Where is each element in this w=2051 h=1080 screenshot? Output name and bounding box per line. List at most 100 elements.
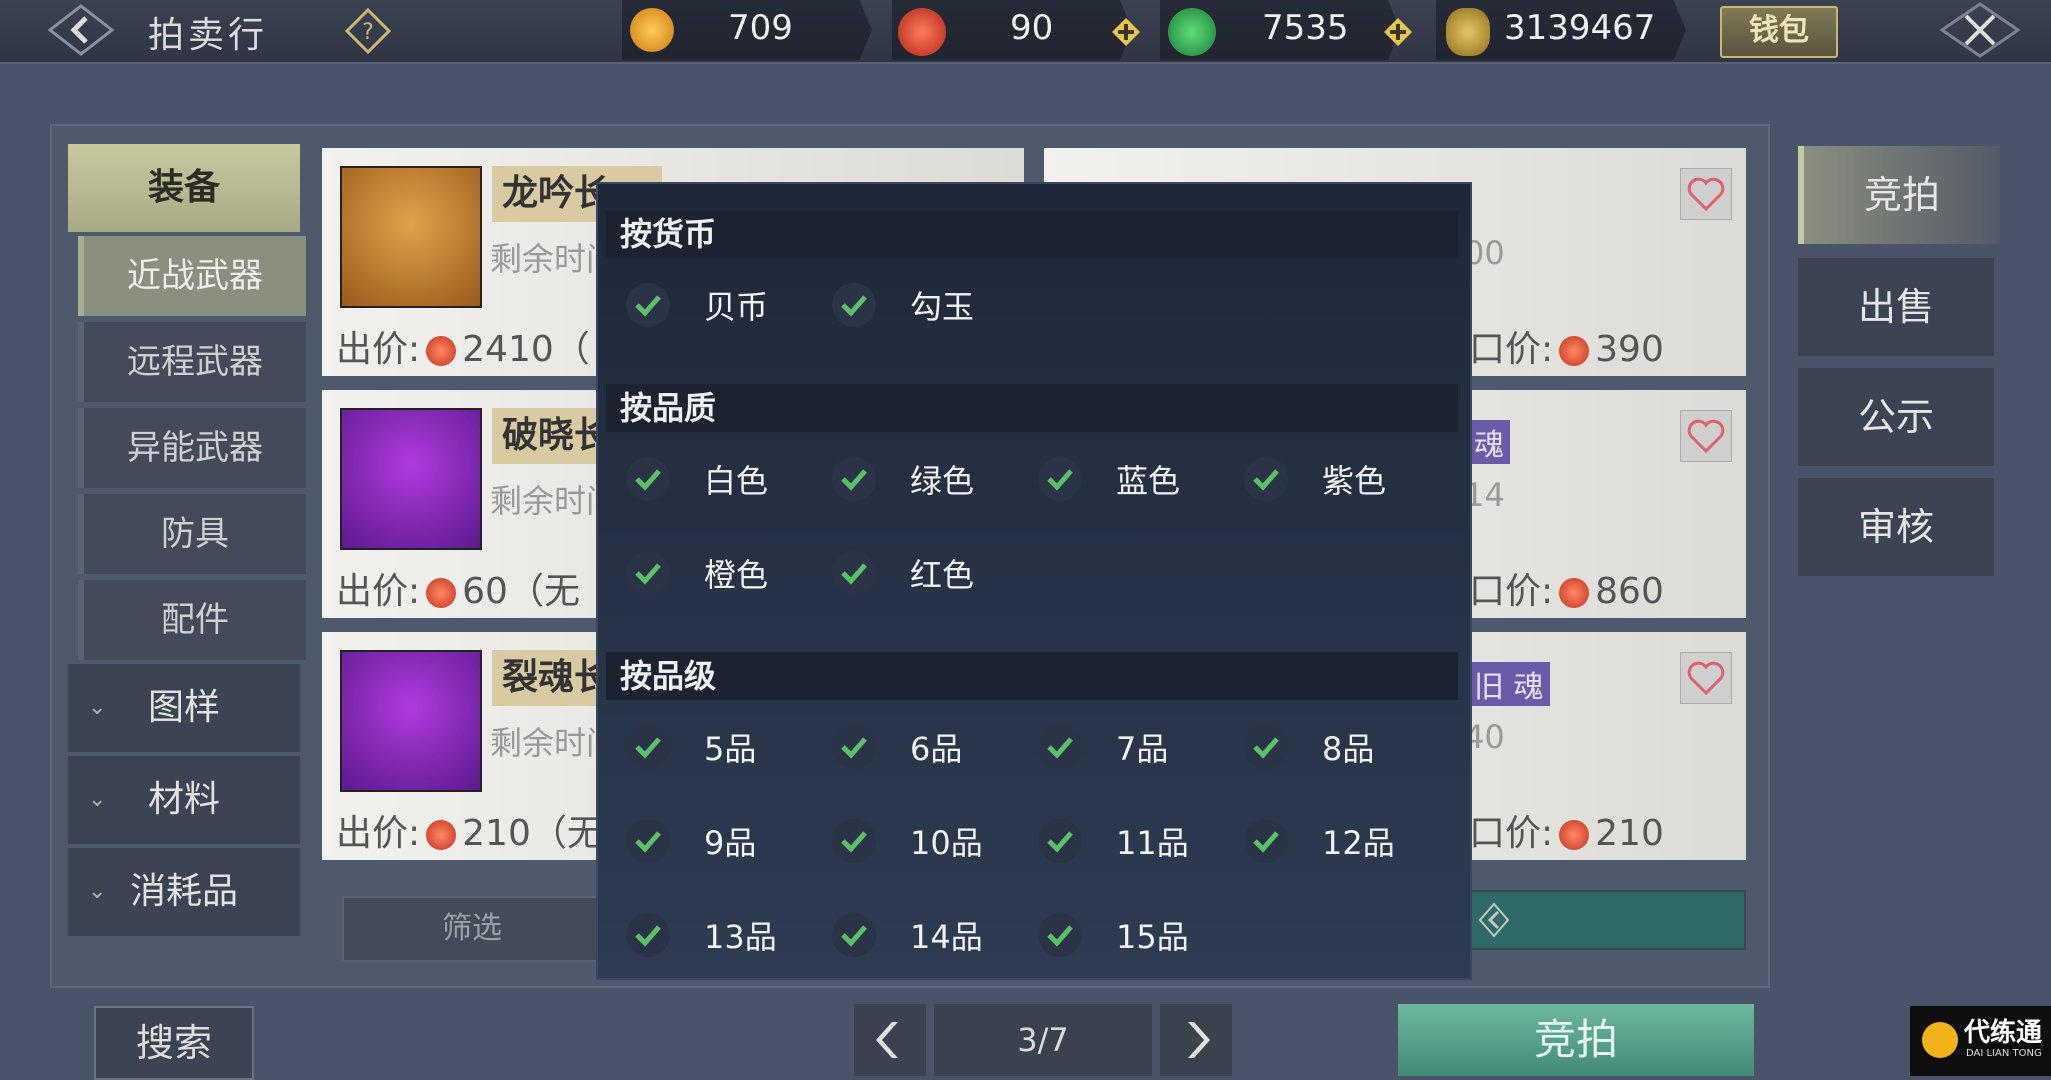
- check-icon: [1244, 725, 1288, 769]
- item-price: 出价: 2410（: [336, 320, 590, 372]
- option-quality-green[interactable]: 绿色: [832, 454, 974, 504]
- tab-publicity[interactable]: 公示: [1798, 368, 1994, 466]
- option-grade-13[interactable]: 13品: [626, 910, 777, 960]
- option-grade-15[interactable]: 15品: [1038, 910, 1189, 960]
- price-value: 390: [1595, 329, 1664, 370]
- favorite-heart-icon[interactable]: [1680, 410, 1732, 462]
- check-icon: [832, 457, 876, 501]
- nav-sub-melee[interactable]: 近战武器: [78, 236, 306, 316]
- option-quality-white[interactable]: 白色: [626, 454, 768, 504]
- item-tag: 魂: [1468, 420, 1510, 464]
- option-grade-12[interactable]: 12品: [1244, 816, 1395, 866]
- option-label: 贝币: [704, 288, 769, 326]
- chevron-right-icon: [1188, 1022, 1210, 1058]
- nav-sub-accessory[interactable]: 配件: [78, 580, 306, 660]
- section-quality-title: 按品质: [606, 384, 1458, 432]
- nav-category-equipment[interactable]: 装备: [68, 144, 300, 232]
- red-swirl-coin-icon: [426, 820, 457, 850]
- check-icon: [626, 913, 670, 957]
- red-swirl-coin-icon: [898, 8, 946, 56]
- nav-category-consumable[interactable]: ⌄ 消耗品: [68, 848, 300, 936]
- option-label: 5品: [704, 730, 757, 768]
- check-icon: [626, 725, 670, 769]
- currency-gold-value: 709: [728, 8, 793, 48]
- tab-review[interactable]: 审核: [1798, 478, 1994, 576]
- next-page-button[interactable]: [1160, 1004, 1232, 1076]
- nav-sub-armor[interactable]: 防具: [78, 494, 306, 574]
- option-label: 12品: [1322, 824, 1395, 862]
- check-icon: [626, 819, 670, 863]
- option-label: 8品: [1322, 730, 1375, 768]
- item-price: 出价: 60（无: [336, 562, 580, 614]
- nav-sub-ranged[interactable]: 远程武器: [78, 322, 306, 402]
- item-price: 口价: 210: [1469, 804, 1664, 856]
- add-jade-currency-icon[interactable]: [1384, 18, 1412, 46]
- prev-page-button[interactable]: [854, 1004, 926, 1076]
- price-label: 出价:: [336, 813, 421, 854]
- option-currency-shell[interactable]: 贝币: [626, 280, 768, 330]
- check-icon: [1244, 819, 1288, 863]
- check-icon: [626, 551, 670, 595]
- item-thumbnail: [340, 166, 482, 308]
- search-button[interactable]: 搜索: [94, 1006, 254, 1080]
- chevron-down-icon: ⌄: [88, 695, 107, 720]
- chevron-left-icon: [876, 1022, 898, 1058]
- option-label: 6品: [910, 730, 963, 768]
- check-icon: [832, 551, 876, 595]
- option-grade-9[interactable]: 9品: [626, 816, 756, 866]
- tab-bid[interactable]: 竞拍: [1798, 146, 2000, 244]
- check-icon: [832, 819, 876, 863]
- option-grade-10[interactable]: 10品: [832, 816, 983, 866]
- option-grade-7[interactable]: 7品: [1038, 722, 1168, 772]
- price-label: 出价:: [336, 571, 421, 612]
- option-grade-11[interactable]: 11品: [1038, 816, 1189, 866]
- tab-sell[interactable]: 出售: [1798, 258, 1994, 356]
- check-icon: [626, 457, 670, 501]
- nav-category-material[interactable]: ⌄ 材料: [68, 756, 300, 844]
- logo-mark-icon: [1922, 1022, 1958, 1058]
- option-label: 11品: [1116, 824, 1189, 862]
- option-quality-purple[interactable]: 紫色: [1244, 454, 1386, 504]
- check-icon: [1038, 457, 1082, 501]
- add-red-currency-icon[interactable]: [1112, 18, 1140, 46]
- option-grade-5[interactable]: 5品: [626, 722, 756, 772]
- item-thumbnail: [340, 408, 482, 550]
- option-currency-jade[interactable]: 勾玉: [832, 280, 974, 330]
- shell-coin-icon: [1446, 8, 1490, 56]
- option-quality-orange[interactable]: 橙色: [626, 548, 768, 598]
- favorite-heart-icon[interactable]: [1680, 652, 1732, 704]
- nav-sub-psionic[interactable]: 异能武器: [78, 408, 306, 488]
- wallet-button[interactable]: 钱包: [1720, 6, 1838, 58]
- favorite-heart-icon[interactable]: [1680, 168, 1732, 220]
- progress-bar: [1470, 890, 1746, 950]
- check-icon: [832, 913, 876, 957]
- help-icon[interactable]: ?: [344, 7, 392, 55]
- close-icon[interactable]: [1939, 2, 2021, 58]
- red-swirl-coin-icon: [426, 578, 457, 608]
- price-label: 口价:: [1469, 571, 1554, 612]
- option-label: 红色: [910, 556, 975, 594]
- option-quality-blue[interactable]: 蓝色: [1038, 454, 1180, 504]
- check-icon: [1038, 819, 1082, 863]
- filter-popup: 按货币 贝币 勾玉 按品质 白色 绿色 蓝色 紫色 橙色 红色 按品级 5品 6…: [596, 182, 1472, 980]
- option-label: 9品: [704, 824, 757, 862]
- option-quality-red[interactable]: 红色: [832, 548, 974, 598]
- item-tag: 旧 魂: [1468, 662, 1550, 706]
- option-grade-6[interactable]: 6品: [832, 722, 962, 772]
- option-label: 10品: [910, 824, 983, 862]
- option-label: 紫色: [1322, 462, 1387, 500]
- nav-category-pattern[interactable]: ⌄ 图样: [68, 664, 300, 752]
- price-label: 口价:: [1469, 813, 1554, 854]
- option-grade-14[interactable]: 14品: [832, 910, 983, 960]
- gold-coin-icon: [630, 8, 674, 52]
- svg-text:?: ?: [362, 20, 374, 45]
- bid-button[interactable]: 竞拍: [1398, 1004, 1754, 1076]
- option-label: 7品: [1116, 730, 1169, 768]
- check-icon: [832, 283, 876, 327]
- watermark-logo: 代练通 DAI LIAN TONG: [1910, 1006, 2051, 1076]
- filter-button[interactable]: 筛选: [342, 896, 602, 962]
- item-price: 口价: 390: [1469, 320, 1664, 372]
- option-grade-8[interactable]: 8品: [1244, 722, 1374, 772]
- back-arrow-icon[interactable]: [47, 4, 115, 56]
- logo-subtext: DAI LIAN TONG: [1966, 1048, 2042, 1059]
